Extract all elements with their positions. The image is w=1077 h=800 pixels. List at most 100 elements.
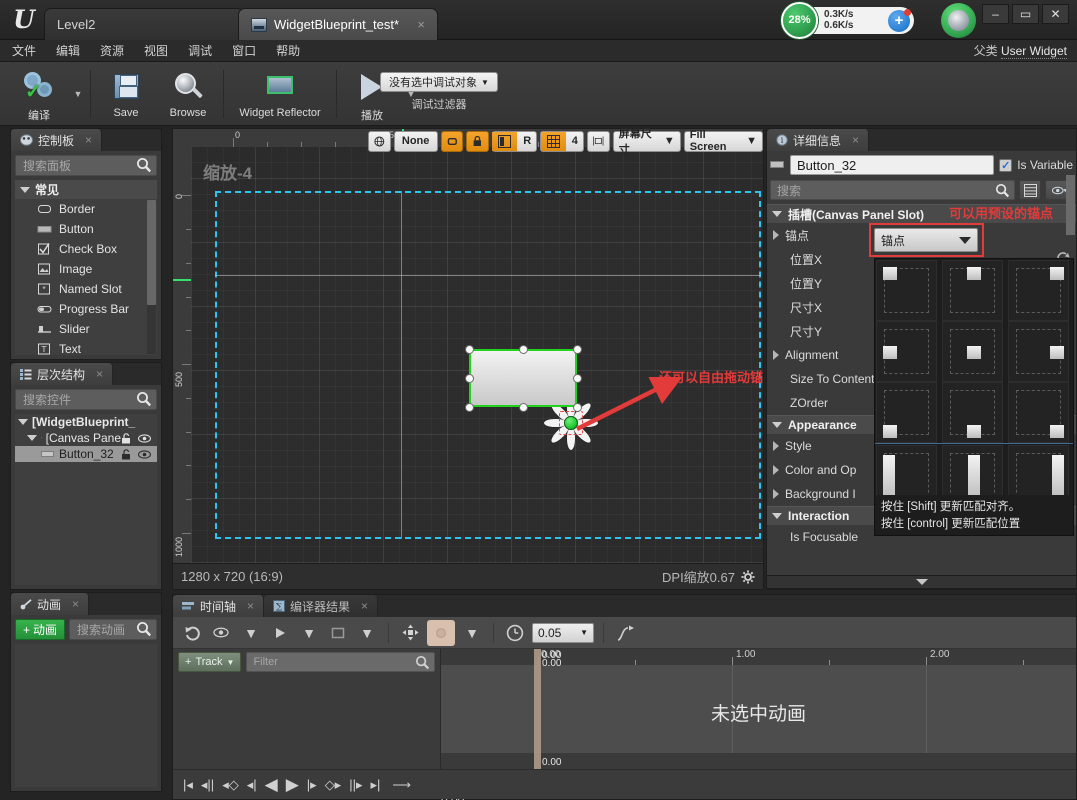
compile-button[interactable]: ✓ 编译 (8, 64, 70, 124)
launcher-button[interactable] (941, 3, 976, 38)
menu-item-window[interactable]: 窗口 (232, 42, 256, 59)
hierarchy-node-widgetblueprint[interactable]: [WidgetBlueprint_ (15, 414, 157, 430)
anchor-preset-middle-right[interactable] (1008, 321, 1069, 382)
anchor-preset-bottom-left[interactable] (876, 382, 937, 443)
palette-item-text[interactable]: T Text (15, 339, 157, 355)
close-icon[interactable]: × (72, 597, 79, 611)
fill-screen-dropdown[interactable]: Fill Screen ▼ (683, 129, 764, 153)
next-key-button[interactable]: ◇▸ (323, 777, 344, 793)
resize-handle-tl[interactable] (465, 345, 474, 354)
palette-item-button[interactable]: Button (15, 219, 157, 239)
resize-handle-b[interactable] (519, 403, 528, 412)
palette-scrollbar[interactable] (147, 200, 156, 354)
details-scrollbar-thumb[interactable] (1066, 175, 1075, 235)
anchor-preset-top-left[interactable] (876, 260, 937, 321)
screen-size-dropdown[interactable]: 屏幕尺寸 ▼ (612, 128, 681, 156)
close-icon[interactable]: × (361, 599, 368, 613)
step-forward-button[interactable]: |▸ (305, 777, 319, 793)
transform-icon[interactable] (398, 621, 422, 645)
unlock-icon[interactable] (121, 432, 132, 444)
menu-item-edit[interactable]: 编辑 (56, 42, 80, 59)
palette-item-image[interactable]: Image (15, 259, 157, 279)
hierarchy-node-button-32[interactable]: Button_32 (15, 446, 157, 462)
chevron-right-icon[interactable] (773, 350, 779, 360)
play-options-dropdown[interactable]: ▼ (297, 621, 321, 645)
step-back-button[interactable]: ◂| (245, 777, 259, 793)
eye-icon[interactable] (138, 433, 151, 444)
design-surface[interactable]: 缩放-4 还可以自由拖动锚 (191, 147, 763, 563)
none-dropdown[interactable]: None (393, 130, 438, 152)
tab-timeline[interactable]: 时间轴 × (173, 595, 265, 617)
debug-object-dropdown[interactable]: 没有选中调试对象 ▼ (380, 72, 498, 92)
playhead-marker[interactable] (534, 649, 541, 769)
track-filter-input[interactable]: Filter (246, 652, 435, 672)
network-percent-badge[interactable]: 28% (781, 2, 818, 39)
prev-key-section-button[interactable]: ◂|| (199, 777, 216, 793)
layout-icon[interactable] (492, 131, 518, 151)
unlock-icon[interactable] (121, 448, 132, 460)
key-icon[interactable] (427, 619, 455, 646)
layout-toggle-group[interactable]: R (491, 130, 538, 152)
undo-icon[interactable] (181, 621, 205, 645)
palette-category-common[interactable]: 常见 (15, 180, 157, 199)
hierarchy-node-canvas-panel[interactable]: [Canvas Pane (15, 430, 157, 446)
grid-group[interactable]: 4 (540, 130, 585, 152)
palette-item-border[interactable]: Border (15, 199, 157, 219)
palette-item-named-slot[interactable]: * Named Slot (15, 279, 157, 299)
palette-list[interactable]: 常见 Border Button Check Box Image * Named… (15, 180, 157, 355)
add-icon[interactable]: + (888, 9, 911, 32)
close-icon[interactable]: × (247, 599, 254, 613)
anchor-preset-top-right[interactable] (1008, 260, 1069, 321)
tab-hierarchy[interactable]: 层次结构 × (11, 363, 114, 385)
eye-icon[interactable] (210, 621, 234, 645)
anchor-preset-bottom-center[interactable] (942, 382, 1003, 443)
menu-item-assets[interactable]: 资源 (100, 42, 124, 59)
add-track-button[interactable]: + Track ▼ (178, 652, 242, 672)
add-animation-button[interactable]: + 动画 (15, 619, 66, 640)
minimize-button[interactable]: – (982, 4, 1009, 24)
anchor-preset-middle-left[interactable] (876, 321, 937, 382)
close-icon[interactable]: × (85, 133, 92, 147)
save-button[interactable]: Save (95, 64, 157, 124)
hierarchy-tree[interactable]: [WidgetBlueprint_ [Canvas Pane Button_32 (15, 414, 157, 585)
render-toggle[interactable]: R (517, 132, 537, 151)
browse-button[interactable]: Browse (157, 64, 219, 124)
resize-handle-tr[interactable] (573, 345, 582, 354)
tab-animations[interactable]: 动画 × (11, 593, 90, 615)
tab-widgetblueprint-test[interactable]: WidgetBlueprint_test* × (238, 8, 438, 40)
grid-size-value[interactable]: 4 (566, 132, 584, 151)
clock-icon[interactable] (503, 621, 527, 645)
play-forward-button[interactable]: ▶ (284, 775, 301, 795)
menu-item-debug[interactable]: 调试 (188, 42, 212, 59)
is-variable-checkbox[interactable]: ✓ (999, 158, 1013, 172)
loop-options-dropdown[interactable]: ▼ (355, 621, 379, 645)
resize-handle-t[interactable] (519, 345, 528, 354)
anchor-dropdown[interactable]: 锚点 (874, 228, 978, 252)
resize-handle-l[interactable] (465, 374, 474, 383)
key-options-dropdown[interactable]: ▼ (460, 621, 484, 645)
close-button[interactable]: ✕ (1042, 4, 1069, 24)
next-key-section-button[interactable]: ||▸ (347, 777, 364, 793)
play-reverse-button[interactable]: ◀ (263, 775, 280, 795)
chevron-right-icon[interactable] (773, 441, 779, 451)
tab-palette[interactable]: 控制板 × (11, 129, 103, 151)
resize-handle-br[interactable] (573, 403, 582, 412)
resize-handle-r[interactable] (573, 374, 582, 383)
eye-icon[interactable] (138, 449, 151, 460)
palette-item-check-box[interactable]: Check Box (15, 239, 157, 259)
menu-item-file[interactable]: 文件 (12, 42, 36, 59)
timeline-sequencer[interactable]: 0.00 1.00 2.00 未选中动画 0.00 1.00 2.00 (441, 649, 1076, 800)
globe-icon[interactable] (368, 130, 391, 152)
snap-interval-dropdown[interactable]: 0.05 ▼ (532, 622, 594, 643)
menu-item-help[interactable]: 帮助 (276, 42, 300, 59)
close-icon[interactable]: × (96, 367, 103, 381)
details-collapse-handle[interactable] (766, 575, 1077, 589)
resize-handle-bl[interactable] (465, 403, 474, 412)
grid-icon[interactable] (540, 131, 566, 151)
parent-class-value[interactable]: User Widget (1000, 44, 1067, 59)
anchor-preset-center[interactable] (942, 321, 1003, 382)
palette-item-slider[interactable]: Slider (15, 319, 157, 339)
scrollbar-thumb[interactable] (147, 200, 156, 305)
tab-details[interactable]: i 详细信息 × (767, 129, 870, 151)
palette-item-progress-bar[interactable]: Progress Bar (15, 299, 157, 319)
